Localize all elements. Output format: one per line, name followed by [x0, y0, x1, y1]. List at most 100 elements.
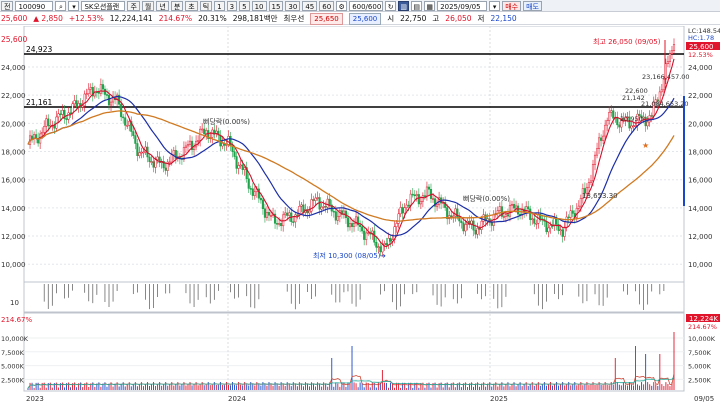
- candle-body: [462, 222, 465, 232]
- candle-body: [365, 232, 368, 240]
- volume: 12,224,141: [109, 14, 153, 23]
- candle-body: [87, 88, 90, 94]
- minute-5[interactable]: 5: [239, 0, 250, 11]
- candle-body: [67, 112, 70, 120]
- candle-body: [284, 212, 287, 216]
- candle-body: [308, 210, 311, 214]
- date-label-2024: 2024: [228, 395, 246, 403]
- candle-body: [377, 246, 380, 248]
- candle-body: [300, 204, 303, 207]
- candle-body: [247, 178, 250, 189]
- price-tick: 14,000: [1, 205, 26, 213]
- low-label: 저: [477, 14, 485, 23]
- minute-15[interactable]: 15: [268, 0, 284, 11]
- candle-body: [152, 161, 155, 168]
- candle-body: [310, 199, 313, 212]
- count-field[interactable]: 600/600: [349, 0, 384, 11]
- candle-body: [47, 118, 50, 127]
- candle-body: [431, 198, 435, 200]
- buy-button[interactable]: 매수: [502, 0, 522, 11]
- candle-body: [126, 125, 129, 127]
- minute-3[interactable]: 3: [226, 0, 238, 11]
- level-label-24923: 24,923: [26, 45, 52, 54]
- stock-chart[interactable]: 24,000 24,000 22,000 22,000 20,000 20,000 18,0…: [0, 26, 720, 404]
- candle-body: [359, 224, 362, 227]
- price-tick-right: 24,000: [688, 64, 713, 72]
- period-day[interactable]: 주: [127, 0, 140, 11]
- minute-10[interactable]: 10: [251, 0, 267, 11]
- candle-body: [397, 213, 400, 224]
- candle-body: [89, 87, 92, 90]
- candle-body: [43, 126, 46, 133]
- minute-1[interactable]: 1: [214, 0, 225, 11]
- quote-bar: 25,600 ▲ 2,850 +12.53% 12,224,141 214.67…: [0, 12, 720, 25]
- candle-body: [150, 161, 153, 163]
- trade-amount: 298,181백만: [232, 14, 278, 23]
- candle-body: [243, 167, 246, 170]
- candle-body: [168, 161, 171, 164]
- candle-body: [101, 84, 104, 90]
- candle-body: [608, 112, 611, 121]
- minute-30[interactable]: 30: [285, 0, 301, 11]
- chevron-down-icon[interactable]: ▾: [68, 0, 80, 11]
- candle-body: [612, 110, 615, 119]
- candle-body: [336, 215, 339, 221]
- candle-body: [81, 105, 84, 108]
- candle-body: [55, 116, 58, 129]
- save-icon[interactable]: ▤: [411, 0, 423, 11]
- candle-body: [660, 89, 663, 93]
- ex-div-note-2: 뻐당락(0.00%): [463, 194, 510, 203]
- minute-60[interactable]: 60: [319, 0, 335, 11]
- candle-body: [421, 195, 424, 202]
- candle-body: [632, 125, 635, 128]
- period-minute[interactable]: 분: [170, 0, 184, 11]
- candle-body: [352, 222, 356, 227]
- chart-icon[interactable]: ▥: [398, 0, 410, 11]
- market-select[interactable]: 전: [1, 0, 14, 11]
- open-price: 22,750: [400, 14, 427, 23]
- calendar-icon[interactable]: ▦: [424, 0, 436, 11]
- price-tick: 16,000: [1, 177, 26, 185]
- candle-body: [527, 206, 530, 210]
- price-change-pct: +12.53%: [68, 14, 104, 23]
- period-week[interactable]: 월: [141, 0, 155, 11]
- candle-body: [425, 186, 428, 197]
- candle-body: [547, 227, 550, 233]
- candle-body: [587, 182, 590, 188]
- candle-body: [59, 113, 62, 115]
- candle-body: [668, 53, 671, 62]
- ex-div-note-1: 뻐당락(0.00%): [203, 117, 250, 126]
- best-ask[interactable]: 25,650: [310, 12, 343, 25]
- candle-body: [259, 197, 262, 201]
- price-tick-right: 18,000: [688, 149, 713, 157]
- candle-body: [367, 232, 370, 234]
- candle-body: [409, 193, 412, 206]
- candle-body: [261, 199, 264, 209]
- candle-body: [320, 206, 323, 210]
- period-second[interactable]: 초: [185, 0, 198, 11]
- sell-button[interactable]: 매도: [523, 0, 542, 11]
- candle-body: [559, 229, 562, 232]
- search-icon[interactable]: ⌕: [55, 0, 67, 11]
- best-bid[interactable]: 25,600: [348, 12, 382, 25]
- date-picker-icon[interactable]: ▾: [489, 0, 501, 11]
- price-tick-right: 22,000: [688, 92, 713, 100]
- refresh-icon[interactable]: ↻: [385, 0, 397, 11]
- date-field[interactable]: 2025/09/05: [437, 0, 488, 11]
- candle-body: [332, 210, 335, 213]
- candle-body: [105, 94, 109, 96]
- period-month[interactable]: 년: [156, 0, 169, 11]
- price-tick-right: 10,000: [688, 261, 713, 269]
- minute-45[interactable]: 45: [302, 0, 318, 11]
- candle-body: [598, 137, 601, 150]
- candle-body: [549, 225, 552, 229]
- candle-body: [172, 150, 175, 155]
- settings-icon[interactable]: ⚙: [336, 0, 348, 11]
- candle-body: [642, 116, 645, 119]
- code-input[interactable]: 100090: [15, 0, 54, 11]
- candle-body: [460, 220, 463, 224]
- period-tick[interactable]: 틱: [199, 0, 213, 11]
- candle-body: [124, 117, 127, 126]
- candle-body: [363, 230, 366, 240]
- stock-name: SK오션플랜: [81, 0, 126, 11]
